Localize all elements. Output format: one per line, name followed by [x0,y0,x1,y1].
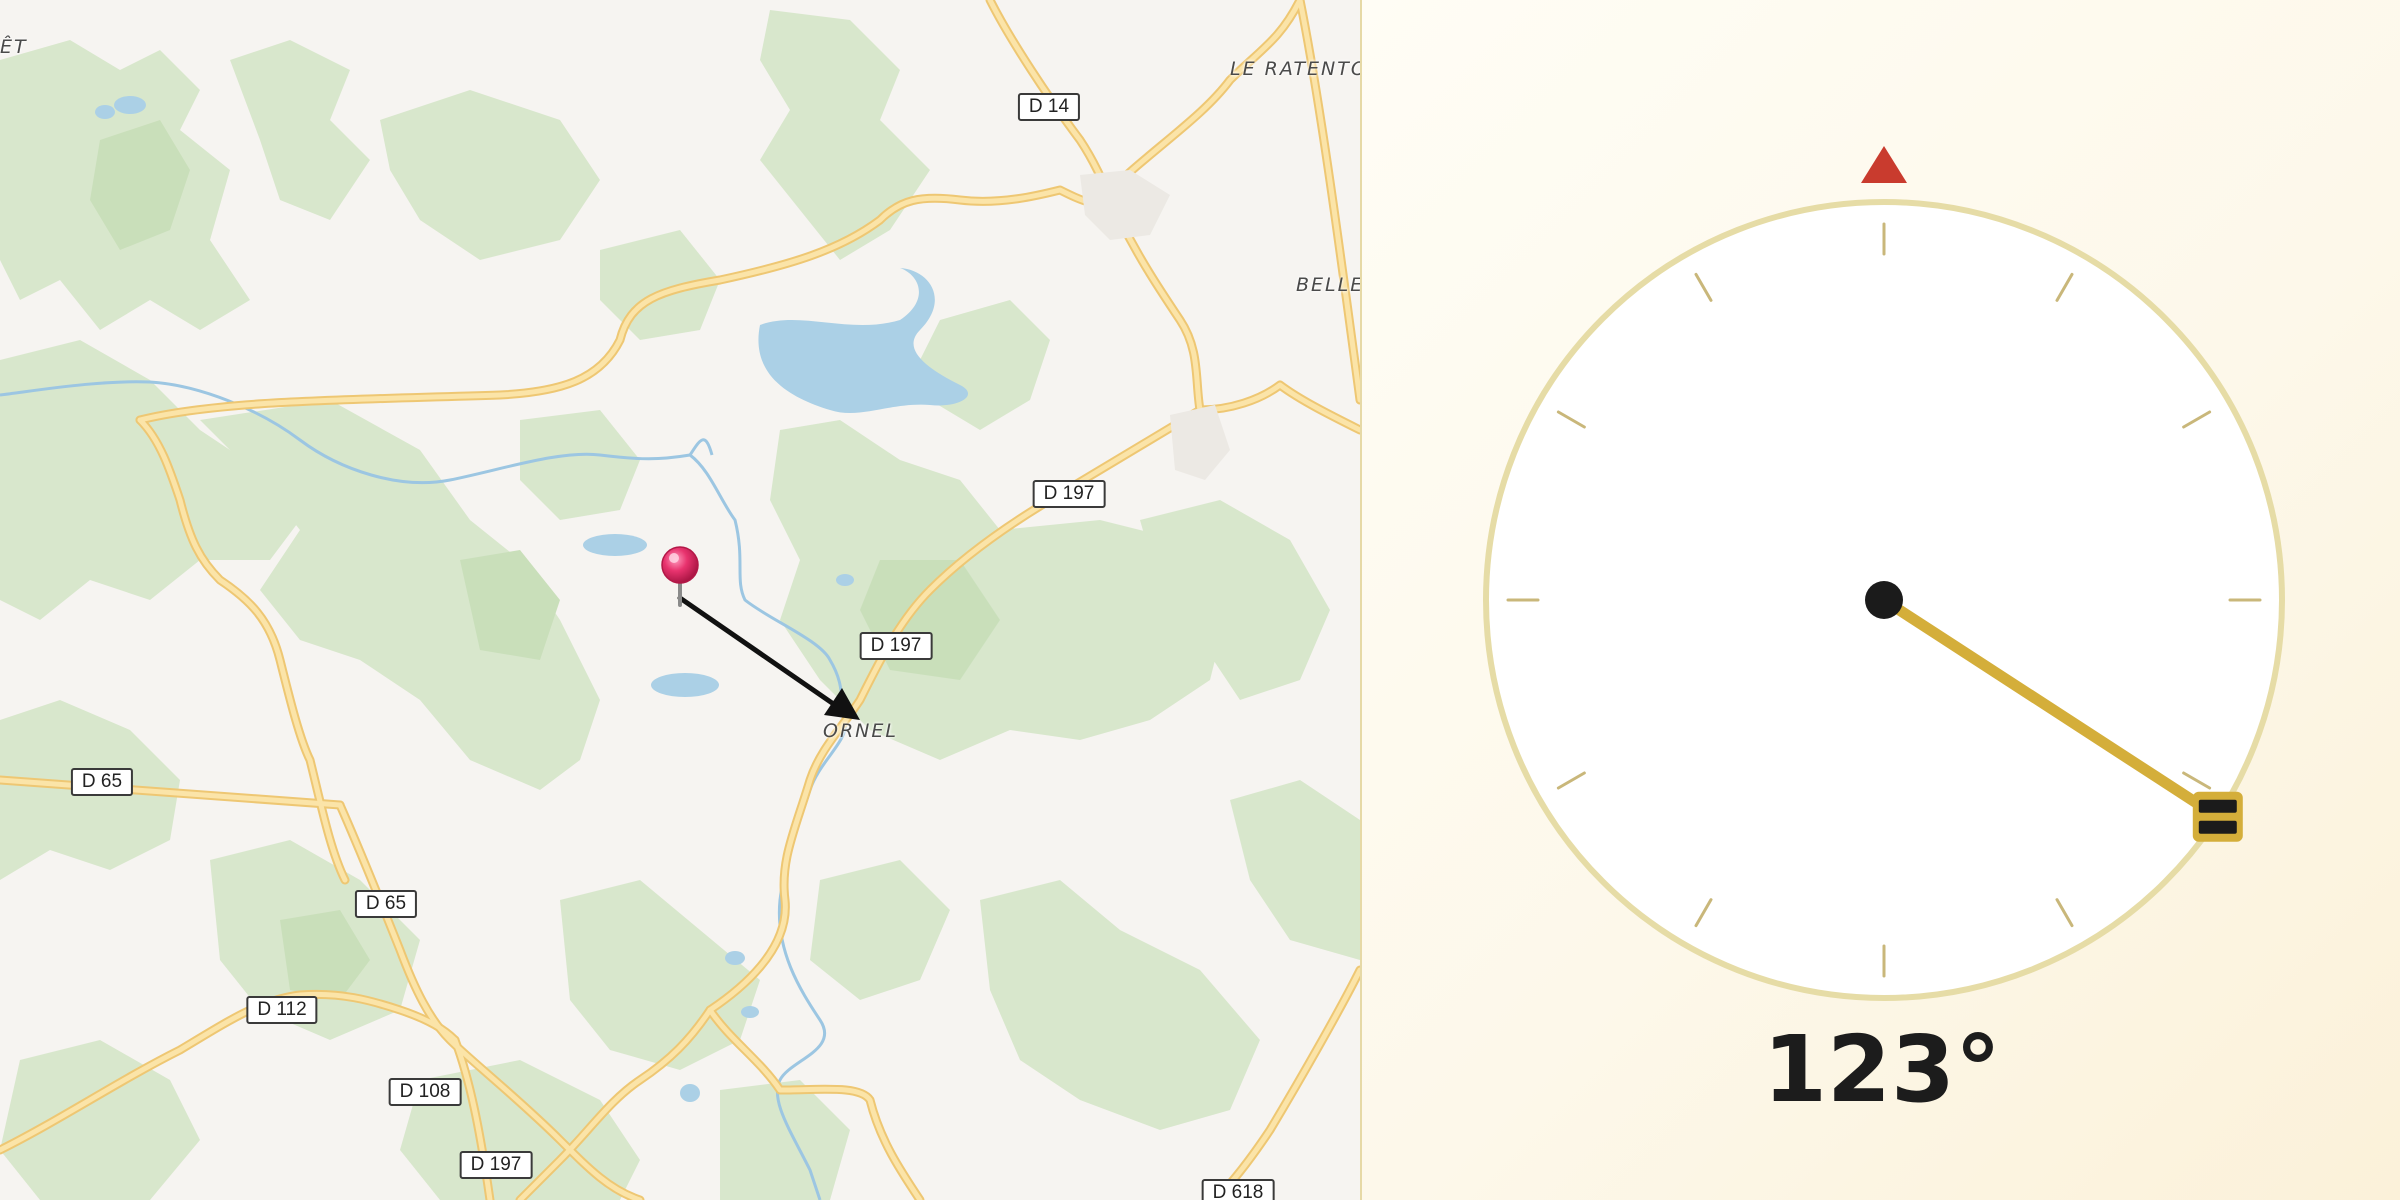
road-shield-d197: D 197 [459,1151,533,1179]
road-shield-d65: D 65 [354,890,418,918]
place-label-ratentou: LE RATENTOU [1230,58,1360,80]
north-marker-icon [1861,146,1907,183]
road-shield-d197: D 197 [1032,480,1106,508]
drag-handle-icon[interactable] [2192,791,2243,842]
road-shield-d197: D 197 [859,632,933,660]
needle-hub [1865,581,1903,619]
place-label-ornel: ORNEL [823,720,898,742]
road-shield-d108: D 108 [388,1078,462,1106]
place-label-foret: ÊT [0,36,28,58]
map-pin-icon[interactable] [661,546,699,607]
map-panel[interactable]: ÊT LE RATENTOU BELLEV ORNEL D 14 D 197 D… [0,0,1360,1200]
app-root: ÊT LE RATENTOU BELLEV ORNEL D 14 D 197 D… [0,0,2400,1200]
place-label-bellev: BELLEV [1296,274,1360,296]
road-shield-d14: D 14 [1017,93,1081,121]
heading-readout: 123° [1762,1016,2002,1123]
compass-panel: 123° [1360,0,2400,1200]
map-canvas[interactable] [0,0,1360,1200]
road-shield-d618: D 618 [1201,1179,1275,1200]
road-shield-d65: D 65 [70,768,134,796]
road-shield-d112: D 112 [246,996,318,1024]
